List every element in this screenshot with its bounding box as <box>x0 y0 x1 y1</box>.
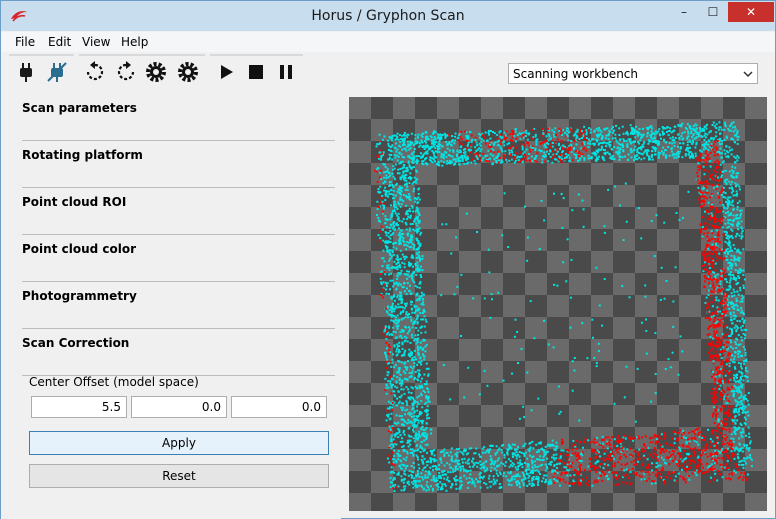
window-title: Horus / Gryphon Scan <box>311 8 465 24</box>
menu-help[interactable]: Help <box>121 35 148 49</box>
workbench-select-value: Scanning workbench <box>513 67 638 81</box>
workbench-select[interactable]: Scanning workbench <box>508 63 758 84</box>
minimize-button[interactable]: – <box>670 2 698 22</box>
apply-button[interactable]: Apply <box>29 431 329 455</box>
center-offset-z-field[interactable]: 0.0 <box>231 396 327 418</box>
center-offset-label: Center Offset (model space) <box>29 375 199 389</box>
section-label: Scan parameters <box>22 101 137 115</box>
gear-icon[interactable] <box>144 60 168 84</box>
section-point-cloud-color[interactable]: Point cloud color <box>22 234 335 282</box>
center-offset-x-field[interactable]: 5.5 <box>31 396 127 418</box>
rotate-cw-icon[interactable] <box>114 60 138 84</box>
play-icon[interactable] <box>214 60 238 84</box>
menu-view[interactable]: View <box>82 35 110 49</box>
disconnect-icon[interactable] <box>45 60 69 84</box>
app-window: Horus / Gryphon Scan – ☐ ✕ File Edit Vie… <box>0 0 776 519</box>
section-label: Point cloud ROI <box>22 195 127 209</box>
settings-icon[interactable] <box>176 60 200 84</box>
stop-icon[interactable] <box>244 60 268 84</box>
toolbar-separator <box>79 54 205 56</box>
section-label: Point cloud color <box>22 242 137 256</box>
reset-button[interactable]: Reset <box>29 464 329 488</box>
menu-bar: File Edit View Help <box>1 32 775 52</box>
section-scan-parameters[interactable]: Scan parameters <box>22 93 335 141</box>
maximize-button[interactable]: ☐ <box>700 2 726 22</box>
rotate-ccw-icon[interactable] <box>83 60 107 84</box>
chevron-down-icon <box>743 71 753 78</box>
section-label: Scan Correction <box>22 336 130 350</box>
section-label: Photogrammetry <box>22 289 137 303</box>
center-offset-y-field[interactable]: 0.0 <box>131 396 227 418</box>
toolbar-separator <box>210 54 303 56</box>
control-panel: Scan parameters Rotating platform Point … <box>1 93 341 519</box>
close-button[interactable]: ✕ <box>728 2 774 22</box>
menu-file[interactable]: File <box>15 35 35 49</box>
menu-edit[interactable]: Edit <box>48 35 71 49</box>
point-cloud-canvas[interactable] <box>349 97 767 511</box>
section-point-cloud-roi[interactable]: Point cloud ROI <box>22 187 335 235</box>
connect-icon[interactable] <box>14 60 38 84</box>
title-bar: Horus / Gryphon Scan – ☐ ✕ <box>1 1 775 31</box>
section-label: Rotating platform <box>22 148 143 162</box>
point-cloud-viewer[interactable] <box>349 97 767 511</box>
section-scan-correction[interactable]: Scan Correction <box>22 328 335 376</box>
section-rotating-platform[interactable]: Rotating platform <box>22 140 335 188</box>
pause-icon[interactable] <box>274 60 298 84</box>
section-photogrammetry[interactable]: Photogrammetry <box>22 281 335 329</box>
toolbar-separator <box>9 54 74 56</box>
